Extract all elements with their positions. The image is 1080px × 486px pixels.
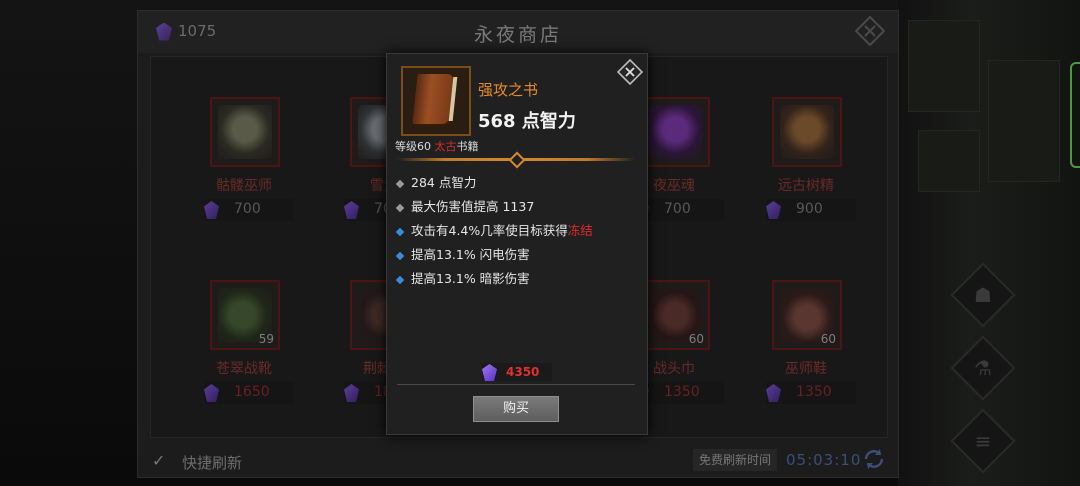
item-price: 700	[204, 199, 294, 221]
free-refresh-label: 免费刷新时间	[693, 449, 778, 471]
item-level: 59	[258, 332, 274, 346]
item-level: 60	[688, 332, 704, 346]
item-price: 1650	[204, 382, 294, 404]
quick-refresh-checkbox[interactable]: ✓	[152, 451, 165, 470]
item-slot: 60	[640, 280, 710, 350]
gem-icon	[204, 384, 219, 402]
item-slot	[640, 97, 710, 167]
grey-diamond-icon	[395, 179, 405, 188]
stat-line: 284 点智力	[395, 172, 476, 191]
shop-item[interactable]: 骷髅巫师 700	[169, 97, 319, 247]
gem-icon	[482, 364, 497, 381]
item-icon-frame	[401, 66, 471, 136]
item-level: 60	[820, 332, 836, 346]
item-detail-popup: 强攻之书 568 点智力 等级60 太古书籍 284 点智力 最大伤害值提高 1…	[386, 53, 648, 435]
shop-footer: ✓ 快捷刷新 免费刷新时间 05:03:10	[138, 445, 898, 477]
freeze-keyword: 冻结	[567, 223, 593, 238]
refresh-timer: 05:03:10	[786, 451, 862, 469]
shop-item[interactable]: 60 巫师鞋 1350	[731, 280, 881, 430]
item-name: 巫师鞋	[785, 361, 827, 377]
stat-line: 提高13.1% 暗影伤害	[395, 268, 530, 287]
blue-diamond-icon	[395, 275, 405, 284]
stat-line: 提高13.1% 闪电伤害	[395, 244, 530, 263]
item-slot: 59	[210, 280, 280, 350]
night-wraith-portrait	[648, 105, 702, 159]
item-price: 900	[766, 199, 856, 221]
side-scene	[898, 0, 1080, 486]
divider-ornament	[508, 151, 526, 169]
ancient-treant-portrait	[780, 105, 834, 159]
item-type: 书籍	[456, 140, 479, 153]
blue-diamond-icon	[395, 227, 405, 236]
close-icon[interactable]	[855, 16, 885, 46]
quick-refresh-label: 快捷刷新	[182, 454, 243, 472]
item-name: 远古树精	[778, 178, 834, 194]
item-title: 强攻之书	[478, 81, 539, 99]
gem-icon	[766, 201, 781, 219]
item-level-line: 等级60 太古书籍	[395, 140, 479, 153]
close-icon[interactable]	[617, 59, 643, 85]
buy-button[interactable]: 购买	[473, 396, 559, 422]
item-tier: 太古	[434, 140, 457, 153]
item-name: 苍翠战靴	[216, 361, 272, 377]
item-main-stat: 568 点智力	[478, 111, 576, 132]
price-value: 4350	[506, 365, 540, 379]
book-icon	[412, 74, 454, 124]
side-panel-edge[interactable]	[1070, 62, 1080, 168]
item-name: 骷髅巫师	[216, 178, 272, 194]
skull-mage-portrait	[218, 105, 272, 159]
shop-item[interactable]: 远古树精 900	[731, 97, 881, 247]
shop-item[interactable]: 59 苍翠战靴 1650	[169, 280, 319, 430]
gem-icon	[344, 384, 359, 402]
item-slot: 60	[772, 280, 842, 350]
stat-line: 攻击有4.4%几率使目标获得冻结	[395, 220, 593, 239]
item-slot	[772, 97, 842, 167]
grey-diamond-icon	[395, 203, 405, 212]
item-slot	[210, 97, 280, 167]
gem-icon	[766, 384, 781, 402]
shop-header: 1075 永夜商店	[138, 11, 898, 53]
shop-title: 永夜商店	[473, 24, 562, 46]
divider	[397, 384, 635, 385]
item-price: 4350	[482, 363, 552, 381]
gem-icon	[204, 201, 219, 219]
item-price: 1350	[766, 382, 856, 404]
blue-diamond-icon	[395, 251, 405, 260]
stat-line: 最大伤害值提高 1137	[395, 196, 534, 215]
refresh-icon[interactable]	[862, 447, 886, 471]
gem-icon	[344, 201, 359, 219]
